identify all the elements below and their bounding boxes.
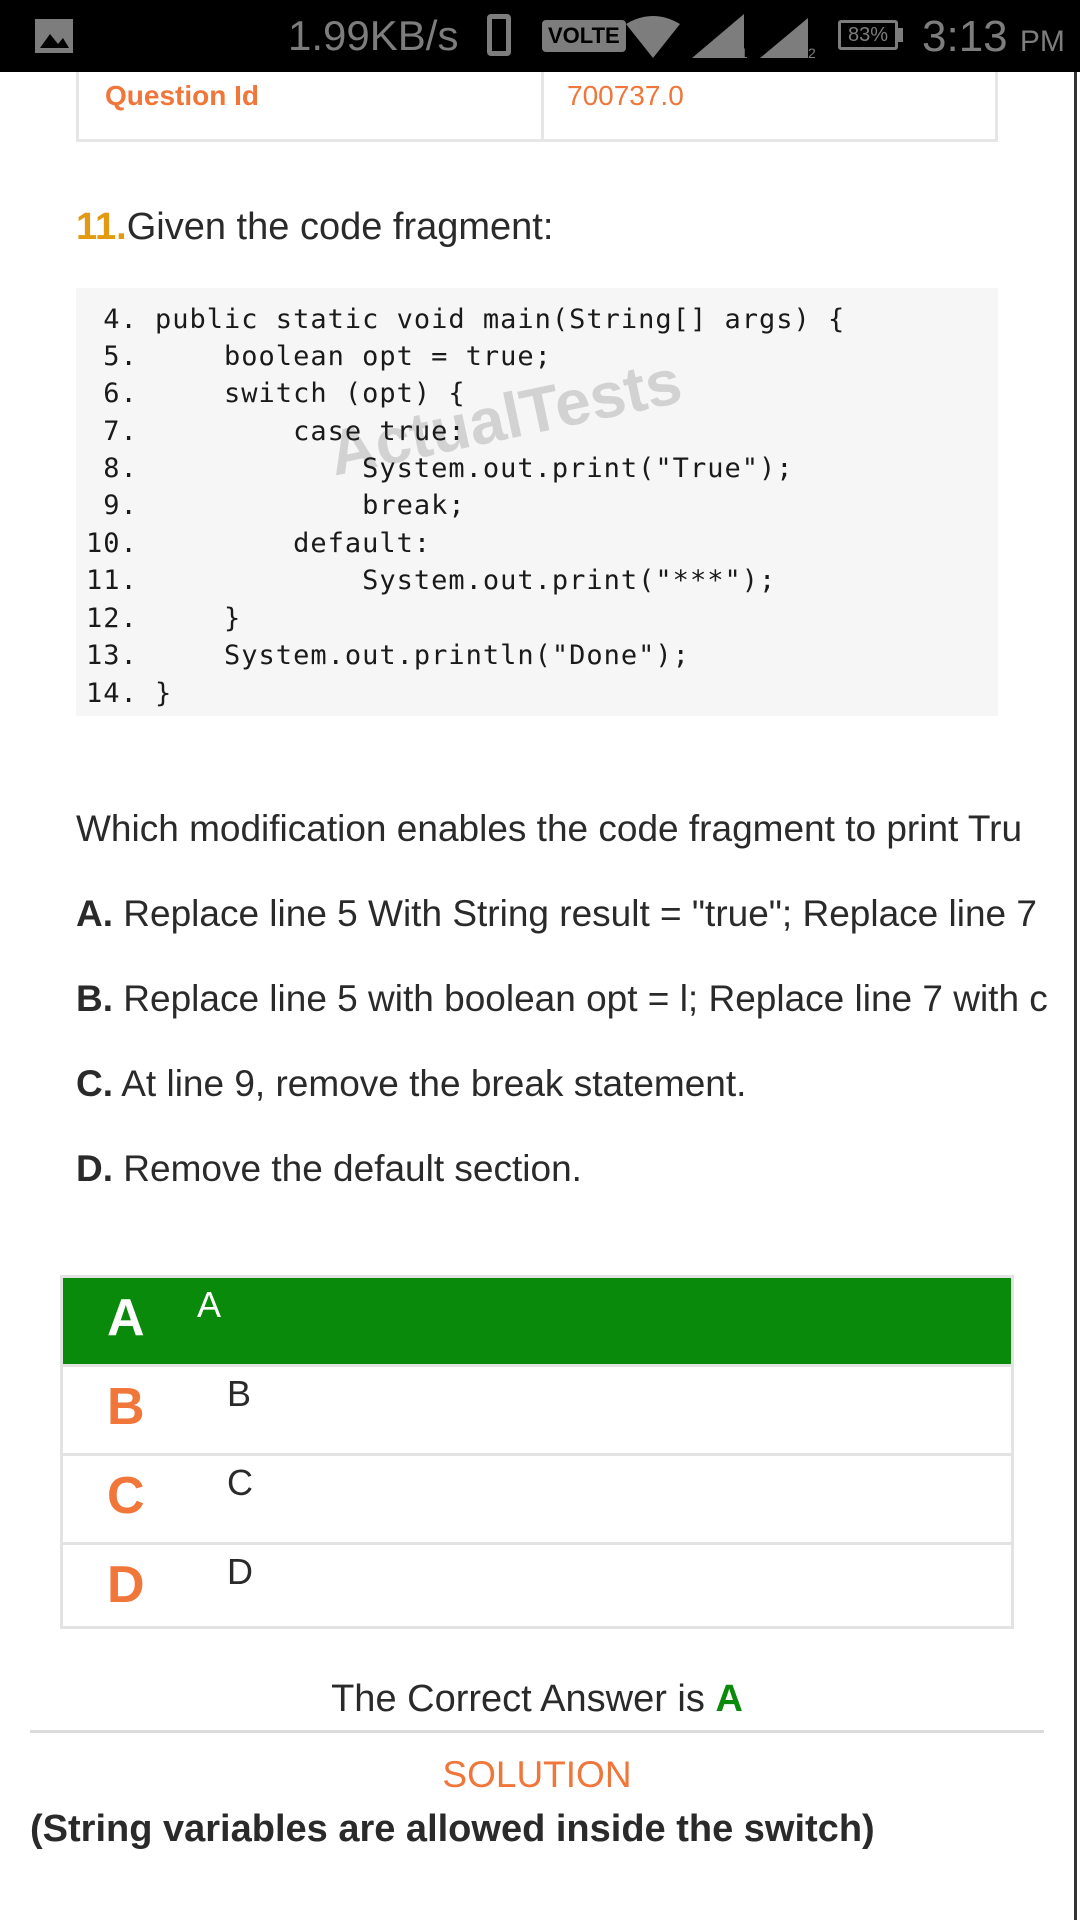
volte-badge: VOLTE: [542, 20, 626, 52]
network-speed: 1.99KB/s: [288, 12, 459, 59]
option-a: A. Replace line 5 With String result = "…: [76, 893, 1037, 935]
code-line: 7. case true:: [86, 416, 466, 447]
question-prompt: Which modification enables the code frag…: [76, 808, 1023, 849]
sim1-label: 1: [740, 45, 748, 58]
answer-text: C: [227, 1462, 253, 1503]
question-number: 11.: [76, 206, 127, 248]
answer-row-c[interactable]: C C: [63, 1456, 1011, 1542]
option-d: D. Remove the default section.: [76, 1148, 582, 1190]
option-text: Replace line 5 with boolean opt = l; Rep…: [113, 978, 1048, 1019]
table-divider: [541, 72, 544, 139]
answer-row-d[interactable]: D D: [63, 1545, 1011, 1631]
correct-answer: The Correct Answer is A: [0, 1678, 1074, 1721]
code-line: 13. System.out.println("Done");: [86, 640, 690, 671]
option-text: Replace line 5 With String result = "tru…: [113, 893, 1037, 934]
option-text: Remove the default section.: [113, 1148, 582, 1189]
wifi-icon: [626, 16, 680, 58]
answer-letter: C: [107, 1467, 145, 1525]
answer-row-b[interactable]: B B: [63, 1367, 1011, 1453]
clock-ampm: PM: [1019, 25, 1065, 58]
option-letter: A.: [76, 893, 113, 934]
signal-icon: 1: [692, 14, 748, 58]
answer-letter: B: [107, 1378, 145, 1436]
answer-letter: D: [107, 1556, 145, 1614]
code-line: 6. switch (opt) {: [86, 378, 466, 409]
code-fragment-image: ActualTests 4. public static void main(S…: [76, 288, 998, 716]
question-id-value: 700737.0: [567, 80, 684, 111]
scrollbar[interactable]: [1074, 72, 1077, 1920]
answer-table: A A B B C C D D: [60, 1275, 1014, 1629]
status-bar: 1.99KB/s VOLTE 1 2 83% 3:13 PM: [0, 0, 1080, 72]
clock-time: 3:13: [922, 12, 1008, 61]
divider: [30, 1730, 1044, 1733]
question-title-text: Given the code fragment:: [126, 206, 554, 248]
solution-title: SOLUTION: [442, 1754, 632, 1795]
answer-text: D: [227, 1551, 253, 1592]
correct-answer-letter: A: [715, 1678, 743, 1720]
sim2-label: 2: [808, 45, 816, 58]
code-line: 14. }: [86, 678, 173, 709]
code-line: 8. System.out.print("True");: [86, 453, 794, 484]
code-line: 4. public static void main(String[] args…: [86, 304, 846, 335]
code-line: 10. default:: [86, 528, 432, 559]
answer-text: B: [227, 1373, 252, 1414]
option-b: B. Replace line 5 with boolean opt = l; …: [76, 978, 1048, 1020]
option-letter: C.: [76, 1063, 113, 1104]
code-line: 9. break;: [86, 490, 466, 521]
option-text: At line 9, remove the break statement.: [113, 1063, 747, 1104]
code-line: 12. }: [86, 603, 242, 634]
option-c: C. At line 9, remove the break statement…: [76, 1063, 746, 1105]
answer-text: A: [197, 1284, 222, 1325]
answer-row-a[interactable]: A A: [63, 1278, 1011, 1364]
option-letter: D.: [76, 1148, 113, 1189]
solution-text: (String variables are allowed inside the…: [30, 1808, 875, 1850]
code-line: 11. System.out.print("***");: [86, 565, 777, 596]
answer-letter: A: [107, 1289, 145, 1347]
signal-icon: 2: [760, 18, 816, 58]
code-line: 5. boolean opt = true;: [86, 341, 552, 372]
clock: 3:13 PM: [922, 12, 1065, 62]
question-meta-table: Question Id 700737.0: [76, 72, 998, 142]
battery-tip: [898, 28, 903, 42]
option-letter: B.: [76, 978, 113, 1019]
question-id-label: Question Id: [105, 80, 259, 111]
gallery-icon: [35, 19, 73, 53]
phone-icon: [487, 14, 511, 56]
question-title: 11.Given the code fragment:: [76, 206, 553, 249]
battery-icon: 83%: [838, 20, 898, 50]
correct-answer-prefix: The Correct Answer is: [331, 1678, 716, 1720]
